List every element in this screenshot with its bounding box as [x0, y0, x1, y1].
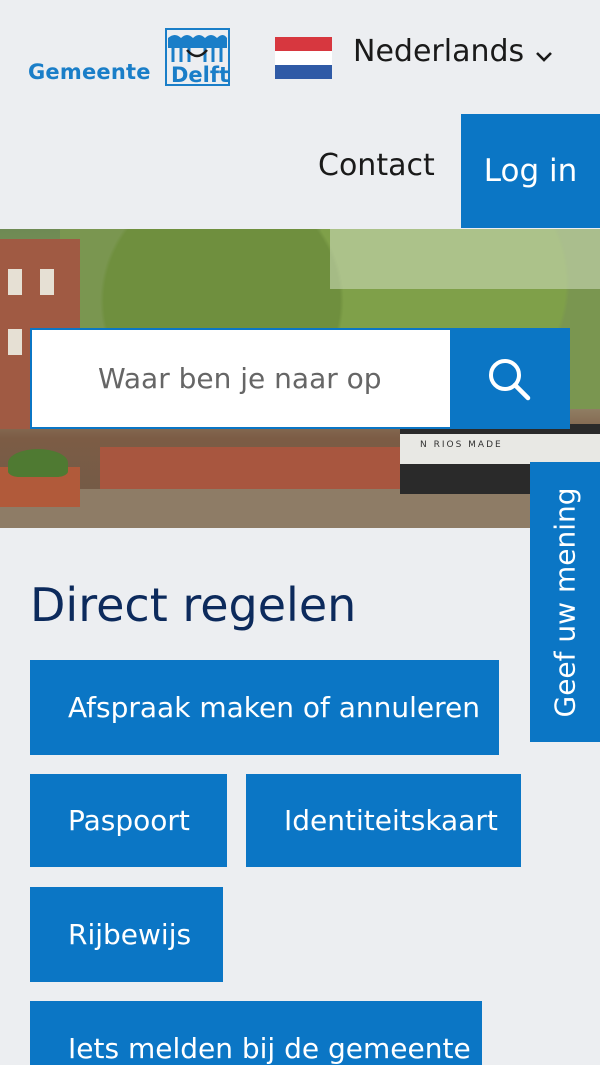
language-label: Nederlands [353, 34, 525, 69]
chevron-down-icon [536, 52, 553, 62]
language-selector[interactable]: Nederlands [275, 28, 554, 84]
iets-melden-button[interactable]: Iets melden bij de gemeente [30, 1001, 482, 1065]
search-bar [30, 328, 570, 429]
login-button[interactable]: Log in [461, 114, 600, 228]
search-button[interactable] [450, 330, 568, 427]
identiteitskaart-button[interactable]: Identiteitskaart [246, 774, 521, 867]
afspraak-button[interactable]: Afspraak maken of annuleren [30, 660, 499, 755]
paspoort-button[interactable]: Paspoort [30, 774, 227, 867]
section-title-direct-regelen: Direct regelen [30, 578, 357, 632]
rijbewijs-button[interactable]: Rijbewijs [30, 887, 223, 982]
feedback-label: Geef uw mening [548, 486, 582, 718]
logo-text: Gemeente [28, 60, 151, 84]
delft-logo-mark-icon: Delft [165, 28, 230, 86]
feedback-tab[interactable]: Geef uw mening [530, 462, 600, 742]
svg-text:Delft: Delft [171, 63, 229, 86]
contact-link[interactable]: Contact [318, 146, 435, 186]
search-input[interactable] [32, 330, 450, 427]
search-icon [489, 358, 531, 400]
netherlands-flag-icon [275, 37, 332, 79]
gemeente-delft-logo[interactable]: Gemeente Delft [28, 26, 234, 88]
